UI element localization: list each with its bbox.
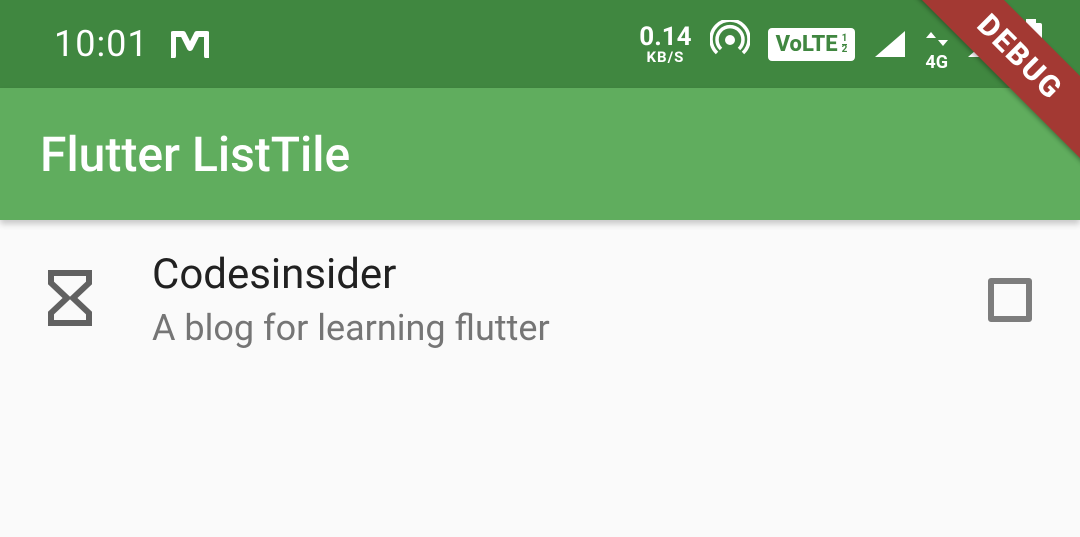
signal-icon-1 [873,29,907,59]
volte-fraction: 12 [842,34,848,55]
tile-leading [40,269,100,331]
net-label: 4G [925,54,948,72]
speed-unit: KB/S [646,50,684,65]
content-area: Codesinsider A blog for learning flutter [0,220,1080,379]
tile-text: Codesinsider A blog for learning flutter [152,250,980,349]
tile-subtitle: A blog for learning flutter [152,307,980,349]
tile-trailing [980,278,1040,322]
clock: 10:01 [54,23,149,65]
hourglass-empty-icon [47,269,93,331]
checkbox[interactable] [988,278,1032,322]
network-4g: 4G [925,16,948,72]
status-bar: 10:01 0.14 KB/S VoLTE 12 [0,0,1080,88]
m-logo-icon [171,30,209,58]
tile-title: Codesinsider [152,250,980,299]
status-left: 10:01 [54,23,209,65]
volte-badge: VoLTE 12 [768,28,856,61]
speed-value: 0.14 [639,24,691,50]
app-bar: Flutter ListTile [0,88,1080,220]
volte-text: VoLTE [776,32,838,57]
list-tile[interactable]: Codesinsider A blog for learning flutter [0,220,1080,379]
app-bar-title: Flutter ListTile [40,126,350,183]
hotspot-icon [710,20,750,69]
network-speed: 0.14 KB/S [639,24,691,65]
